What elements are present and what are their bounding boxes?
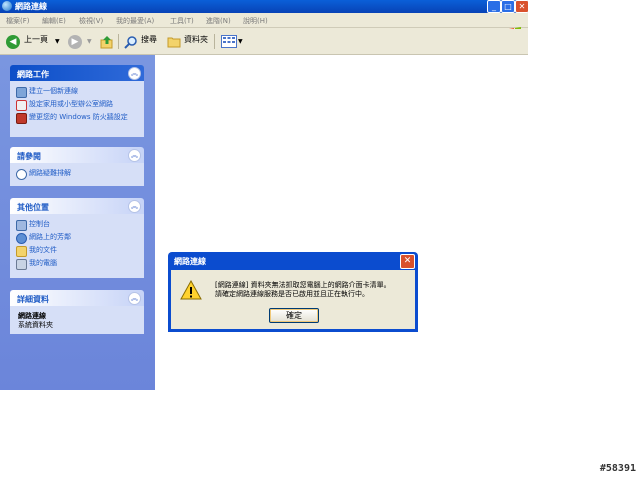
menu-tools[interactable]: 工具(T) xyxy=(170,16,194,26)
search-button-label[interactable]: 搜尋 xyxy=(141,34,157,45)
other-places-title: 其他位置 xyxy=(17,203,49,212)
dialog-body: [網路連線] 資料夾無法抓取您電腦上的網路介面卡清單。 請確定網路連線服務是否已… xyxy=(171,270,415,329)
menu-help[interactable]: 說明(H) xyxy=(243,16,268,26)
title-bar[interactable]: 網路連線 _ □ ✕ xyxy=(0,0,529,13)
details-title: 詳細資料 xyxy=(17,295,49,304)
collapse-chevron-icon[interactable]: ︽ xyxy=(128,149,141,162)
task-pane: 網路工作 ︽ 建立一個新連線 設定家用或小型辦公室網路 變更您的 Windows… xyxy=(0,55,155,390)
watermark-text: #58391 xyxy=(599,463,636,474)
collapse-chevron-icon[interactable]: ︽ xyxy=(128,292,141,305)
network-tasks-header[interactable]: 網路工作 ︽ xyxy=(10,65,144,81)
my-documents-icon xyxy=(16,246,27,257)
forward-dropdown-icon[interactable]: ▼ xyxy=(87,38,92,45)
task-setup-home-network[interactable]: 設定家用或小型辦公室網路 xyxy=(16,99,142,111)
close-button[interactable]: ✕ xyxy=(515,0,529,13)
other-places-body: 控制台 網路上的芳鄰 我的文件 我的電腦 xyxy=(10,214,144,278)
task-change-firewall[interactable]: 變更您的 Windows 防火牆設定 xyxy=(16,112,142,132)
warning-icon xyxy=(180,280,202,300)
home-network-icon xyxy=(16,100,27,111)
link-my-documents[interactable]: 我的文件 xyxy=(16,245,142,257)
link-my-computer[interactable]: 我的電腦 xyxy=(16,258,142,270)
forward-arrow-icon[interactable]: ▶ xyxy=(68,35,82,49)
back-arrow-icon[interactable]: ◀ xyxy=(6,35,20,49)
firewall-icon xyxy=(16,113,27,124)
see-also-body: 網路疑難排解 xyxy=(10,163,144,186)
dialog-close-button[interactable]: ✕ xyxy=(400,254,415,269)
see-also-title: 請參閱 xyxy=(17,152,41,161)
network-tasks-title: 網路工作 xyxy=(17,70,49,79)
menu-favorites[interactable]: 我的最愛(A) xyxy=(116,16,154,26)
details-type: 系統資料夾 xyxy=(18,321,53,329)
toolbar-separator xyxy=(214,34,215,49)
folders-icon[interactable] xyxy=(167,35,181,48)
network-places-icon xyxy=(16,233,27,244)
error-dialog: 網路連線 ✕ [網路連線] 資料夾無法抓取您電腦上的網路介面卡清單。 請確定網路… xyxy=(168,252,418,332)
see-also-header[interactable]: 請參閱 ︽ xyxy=(10,147,144,163)
collapse-chevron-icon[interactable]: ︽ xyxy=(128,200,141,213)
menu-advanced[interactable]: 進階(N) xyxy=(206,16,231,26)
details-header[interactable]: 詳細資料 ︽ xyxy=(10,290,144,306)
up-folder-icon[interactable] xyxy=(100,35,114,49)
menu-view[interactable]: 檢視(V) xyxy=(79,16,103,26)
network-connections-icon xyxy=(2,1,12,11)
minimize-button[interactable]: _ xyxy=(487,0,501,13)
menu-file[interactable]: 檔案(F) xyxy=(6,16,30,26)
info-icon xyxy=(16,169,27,180)
ok-button[interactable]: 確定 xyxy=(269,308,319,323)
new-connection-icon xyxy=(16,87,27,98)
my-computer-icon xyxy=(16,259,27,270)
toolbar-separator xyxy=(118,34,119,49)
task-create-new-connection[interactable]: 建立一個新連線 xyxy=(16,86,142,98)
menu-bar: 檔案(F) 編輯(E) 檢視(V) 我的最愛(A) 工具(T) 進階(N) 說明… xyxy=(0,14,528,40)
network-tasks-body: 建立一個新連線 設定家用或小型辦公室網路 變更您的 Windows 防火牆設定 xyxy=(10,81,144,137)
dialog-title: 網路連線 xyxy=(174,257,206,266)
window-title: 網路連線 xyxy=(15,2,47,11)
back-button-label[interactable]: 上一頁 xyxy=(24,34,48,45)
details-body: 網路連線 系統資料夾 xyxy=(10,306,144,334)
views-icon[interactable] xyxy=(221,35,237,48)
maximize-button[interactable]: □ xyxy=(501,0,515,13)
views-dropdown-icon[interactable]: ▼ xyxy=(238,38,243,45)
back-dropdown-icon[interactable]: ▼ xyxy=(55,38,60,45)
dialog-message-line2: 請確定網路連線服務是否已啟用並且正在執行中。 xyxy=(215,290,369,298)
collapse-chevron-icon[interactable]: ︽ xyxy=(128,67,141,80)
link-control-panel[interactable]: 控制台 xyxy=(16,219,142,231)
folders-button-label[interactable]: 資料夾 xyxy=(184,34,208,45)
control-panel-icon xyxy=(16,220,27,231)
link-network-troubleshooter[interactable]: 網路疑難排解 xyxy=(16,168,142,180)
toolbar: ◀ 上一頁 ▼ ▶ ▼ 搜尋 資料夾 ▼ xyxy=(0,29,528,55)
link-my-network-places[interactable]: 網路上的芳鄰 xyxy=(16,232,142,244)
other-places-header[interactable]: 其他位置 ︽ xyxy=(10,198,144,214)
menu-edit[interactable]: 編輯(E) xyxy=(42,16,66,26)
search-icon[interactable] xyxy=(124,35,138,49)
